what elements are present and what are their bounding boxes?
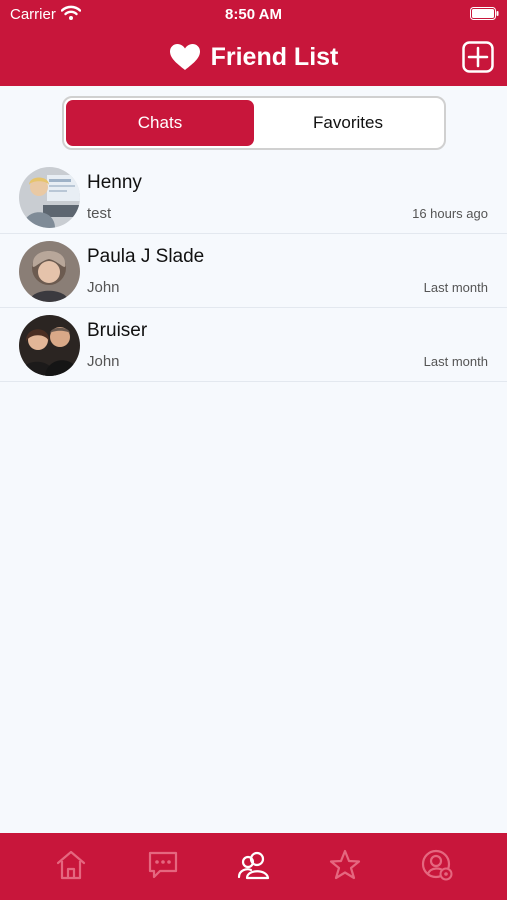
avatar: [19, 315, 80, 376]
last-message: John: [87, 353, 120, 370]
friend-name: Henny: [87, 172, 142, 193]
friend-name: Paula J Slade: [87, 246, 205, 267]
avatar: [19, 241, 80, 302]
header-bar: Carrier 8:50 AM Friend List: [0, 0, 507, 86]
friend-row[interactable]: Bruiser John Last month: [0, 308, 507, 382]
avatar: [19, 167, 80, 228]
friend-list: Henny test 16 hours ago Paula J Slade Jo…: [0, 160, 507, 382]
friends-icon[interactable]: [237, 848, 271, 882]
friend-row[interactable]: Henny test 16 hours ago: [0, 160, 507, 234]
last-message-time: Last month: [423, 280, 488, 295]
status-bar: Carrier 8:50 AM: [0, 0, 507, 28]
clock: 8:50 AM: [225, 6, 282, 23]
last-message-time: 16 hours ago: [412, 206, 488, 221]
bottom-tab-bar: [0, 833, 507, 900]
add-friend-button[interactable]: [462, 41, 494, 73]
last-message: test: [87, 205, 112, 222]
battery-icon: [470, 7, 499, 20]
tab-favorites[interactable]: Favorites: [254, 100, 442, 146]
home-icon[interactable]: [54, 848, 88, 882]
chat-bubble-icon[interactable]: [146, 848, 180, 882]
star-icon[interactable]: [328, 848, 362, 882]
last-message: John: [87, 279, 120, 296]
tab-chats[interactable]: Chats: [66, 100, 254, 146]
friend-name: Bruiser: [87, 320, 148, 341]
segmented-control: Chats Favorites: [62, 96, 446, 150]
last-message-time: Last month: [423, 354, 488, 369]
profile-settings-icon[interactable]: [420, 848, 454, 882]
heart-icon: [169, 44, 200, 70]
page-title: Friend List: [210, 42, 339, 71]
friend-row[interactable]: Paula J Slade John Last month: [0, 234, 507, 308]
